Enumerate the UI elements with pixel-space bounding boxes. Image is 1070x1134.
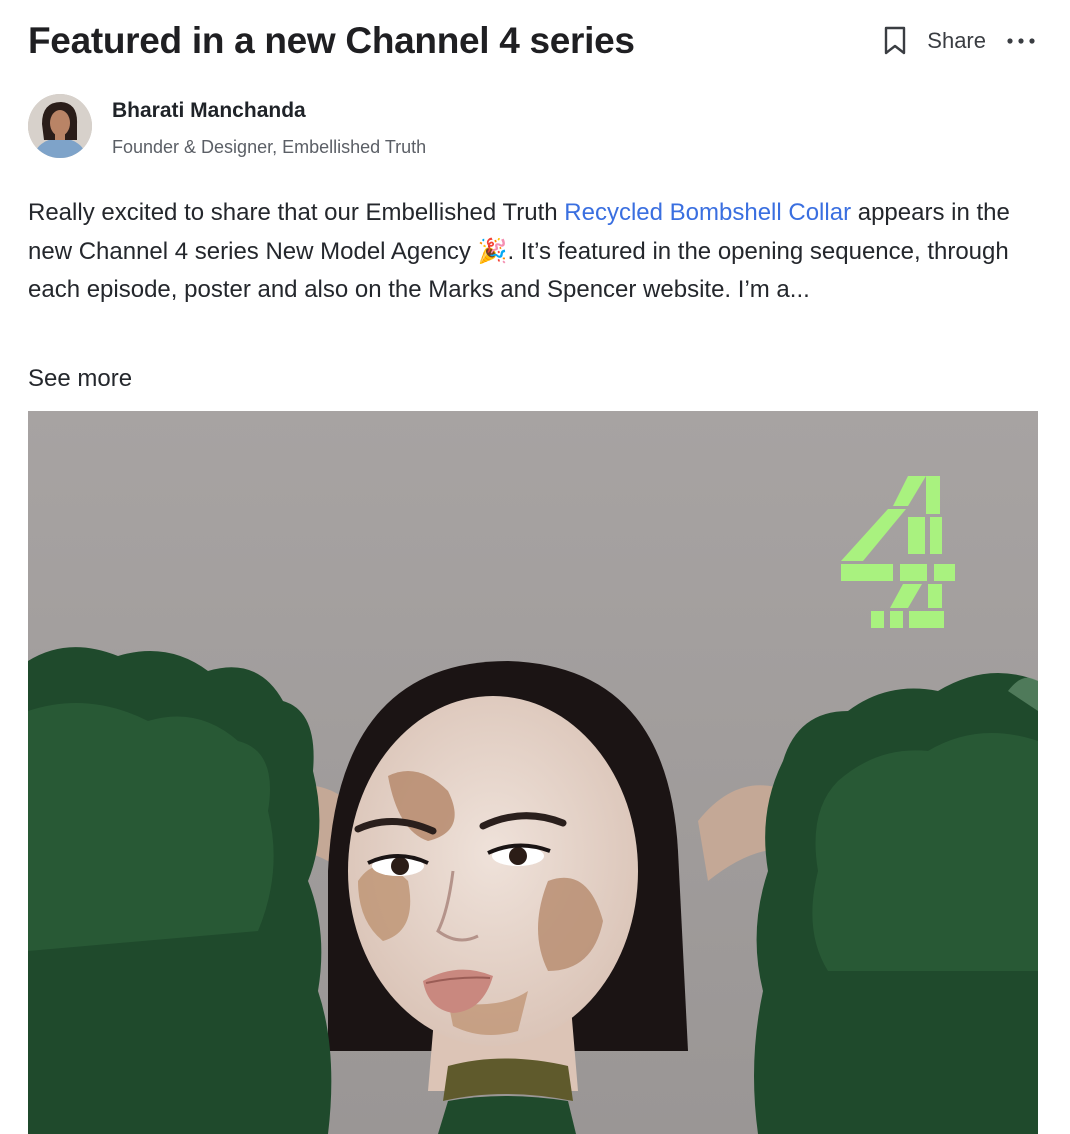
bookmark-icon [885, 26, 906, 55]
see-more-link[interactable]: See more [28, 362, 132, 396]
share-button[interactable]: Share [927, 24, 986, 58]
post-body: Really excited to share that our Embelli… [28, 194, 1038, 310]
more-horizontal-icon [1007, 38, 1035, 44]
author-block: Bharati Manchanda Founder & Designer, Em… [28, 94, 728, 160]
post-title: Featured in a new Channel 4 series [28, 20, 635, 61]
party-popper-emoji: 🎉 [477, 237, 508, 265]
bookmark-button[interactable] [881, 24, 909, 58]
author-name[interactable]: Bharati Manchanda [112, 98, 306, 124]
more-options-button[interactable] [1004, 24, 1038, 58]
avatar[interactable] [28, 94, 92, 158]
post-image[interactable] [28, 411, 1038, 1134]
post-header: Featured in a new Channel 4 series Share [28, 18, 1038, 64]
post-actions: Share [881, 24, 1038, 58]
product-link[interactable]: Recycled Bombshell Collar [564, 199, 851, 226]
body-text-intro: Really excited to share that our Embelli… [28, 199, 565, 226]
author-role: Founder & Designer, Embellished Truth [112, 137, 427, 157]
